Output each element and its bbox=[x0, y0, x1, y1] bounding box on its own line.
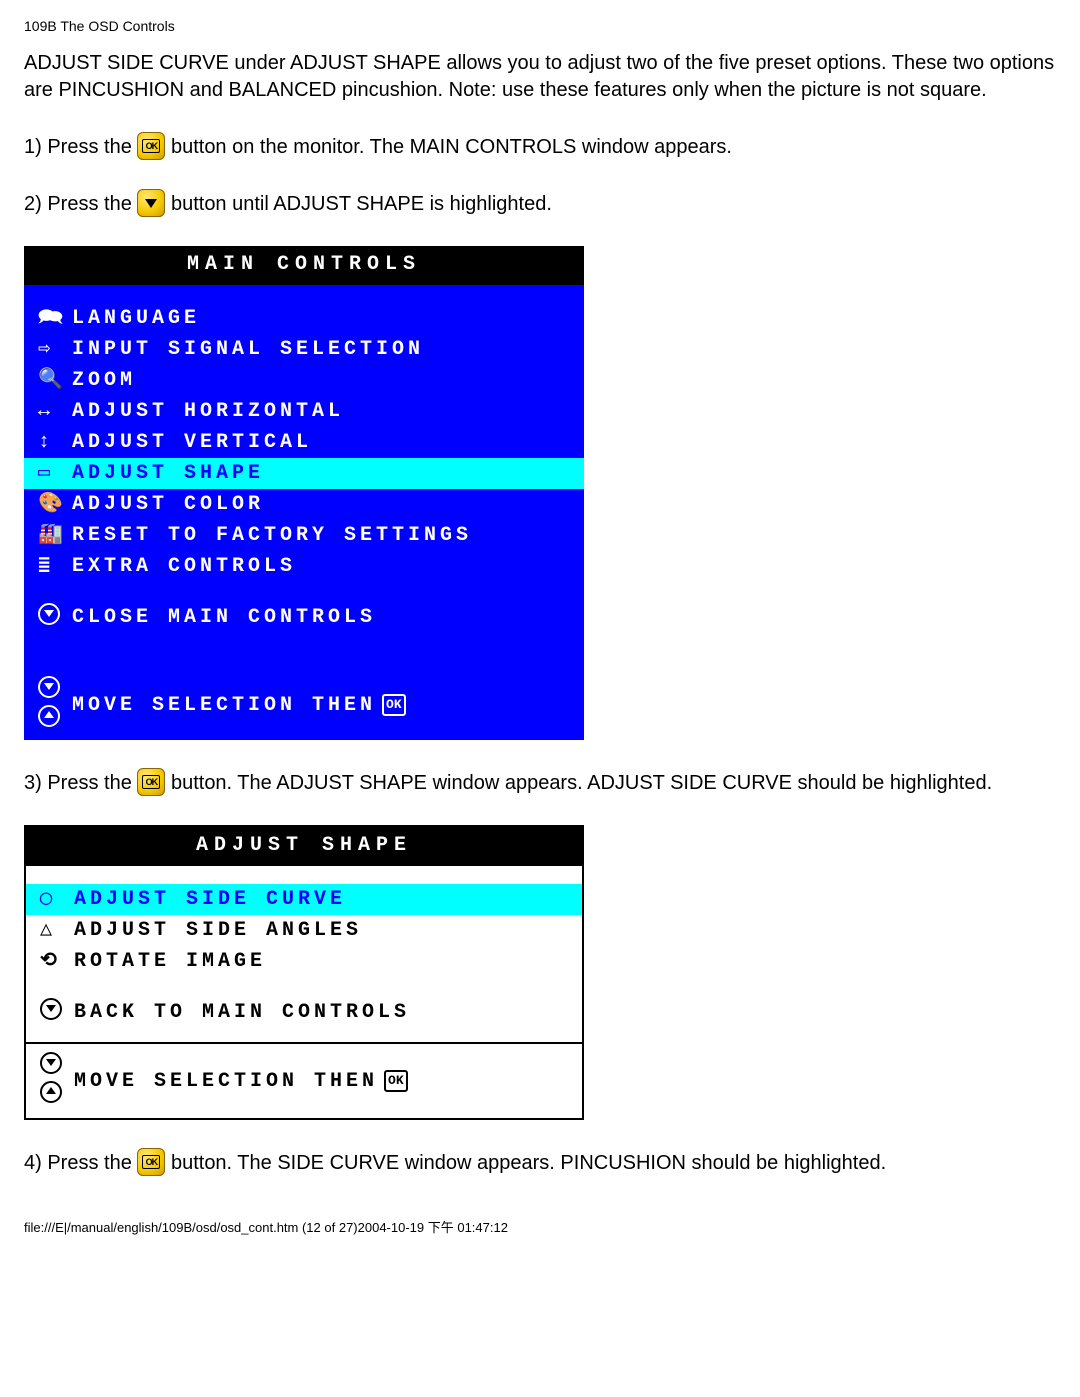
menu-item-label: ADJUST COLOR bbox=[72, 490, 264, 519]
page-footer: file:///E|/manual/english/109B/osd/osd_c… bbox=[24, 1217, 1056, 1236]
step-2: 2) Press the button until ADJUST SHAPE i… bbox=[24, 189, 1056, 218]
step-4-text-b: button. The SIDE CURVE window appears. P… bbox=[171, 1152, 886, 1174]
ok-button-icon bbox=[137, 768, 165, 796]
step-2-text-a: 2) Press the bbox=[24, 193, 137, 215]
osd-back-row[interactable]: BACK TO MAIN CONTROLS bbox=[26, 997, 582, 1028]
menu-item-icon: △ bbox=[40, 916, 74, 945]
osd-menu-item[interactable]: 🏭RESET TO FACTORY SETTINGS bbox=[24, 520, 584, 551]
osd-menu-item[interactable]: 🗪LANGUAGE bbox=[24, 303, 584, 334]
menu-item-label: ADJUST SHAPE bbox=[72, 459, 264, 488]
step-4: 4) Press the button. The SIDE CURVE wind… bbox=[24, 1148, 1056, 1177]
menu-item-label: ZOOM bbox=[72, 366, 136, 395]
osd-close-label: CLOSE MAIN CONTROLS bbox=[72, 603, 376, 632]
menu-item-label: INPUT SIGNAL SELECTION bbox=[72, 335, 424, 364]
step-1: 1) Press the button on the monitor. The … bbox=[24, 132, 1056, 161]
ok-indicator-icon: OK bbox=[382, 694, 406, 717]
osd-menu-item[interactable]: △ADJUST SIDE ANGLES bbox=[26, 915, 582, 946]
osd-close-row[interactable]: CLOSE MAIN CONTROLS bbox=[24, 602, 584, 633]
menu-item-icon: 🏭 bbox=[38, 521, 72, 550]
up-down-arrows-icon bbox=[38, 676, 72, 734]
osd-main-body: 🗪LANGUAGE⇨INPUT SIGNAL SELECTION🔍ZOOM↔AD… bbox=[24, 285, 584, 740]
osd-main-footer: MOVE SELECTION THEN OK bbox=[24, 667, 584, 740]
ok-button-icon bbox=[137, 1148, 165, 1176]
down-arrow-icon bbox=[40, 998, 74, 1027]
down-button-icon bbox=[137, 189, 165, 217]
menu-item-icon: ▭ bbox=[38, 459, 72, 488]
menu-item-label: ADJUST SIDE ANGLES bbox=[74, 916, 362, 945]
osd-menu-item[interactable]: 🎨ADJUST COLOR bbox=[24, 489, 584, 520]
menu-item-label: ROTATE IMAGE bbox=[74, 947, 266, 976]
menu-item-label: ADJUST HORIZONTAL bbox=[72, 397, 344, 426]
menu-item-label: EXTRA CONTROLS bbox=[72, 552, 296, 581]
step-1-text-a: 1) Press the bbox=[24, 136, 137, 158]
osd-back-label: BACK TO MAIN CONTROLS bbox=[74, 998, 410, 1027]
step-2-text-b: button until ADJUST SHAPE is highlighted… bbox=[171, 193, 552, 215]
osd-menu-item[interactable]: ◯ADJUST SIDE CURVE bbox=[26, 884, 582, 915]
osd-main-footer-label: MOVE SELECTION THEN bbox=[72, 691, 376, 720]
menu-item-label: ADJUST SIDE CURVE bbox=[74, 885, 346, 914]
osd-menu-item[interactable]: 🔍ZOOM bbox=[24, 365, 584, 396]
osd-menu-item[interactable]: ⇨INPUT SIGNAL SELECTION bbox=[24, 334, 584, 365]
osd-adjust-shape: ADJUST SHAPE ◯ADJUST SIDE CURVE△ADJUST S… bbox=[24, 825, 584, 1120]
osd-menu-item[interactable]: ↔ADJUST HORIZONTAL bbox=[24, 396, 584, 427]
osd-shape-title: ADJUST SHAPE bbox=[24, 825, 584, 866]
intro-paragraph: ADJUST SIDE CURVE under ADJUST SHAPE all… bbox=[24, 50, 1056, 104]
step-3: 3) Press the button. The ADJUST SHAPE wi… bbox=[24, 768, 1056, 797]
osd-main-title: MAIN CONTROLS bbox=[24, 246, 584, 285]
step-3-text-b: button. The ADJUST SHAPE window appears.… bbox=[171, 772, 992, 794]
osd-main-controls: MAIN CONTROLS 🗪LANGUAGE⇨INPUT SIGNAL SEL… bbox=[24, 246, 584, 740]
menu-item-icon: ≣ bbox=[38, 552, 72, 581]
osd-menu-item[interactable]: ↕ADJUST VERTICAL bbox=[24, 427, 584, 458]
step-3-text-a: 3) Press the bbox=[24, 772, 137, 794]
up-down-arrows-icon bbox=[40, 1052, 74, 1110]
menu-item-label: LANGUAGE bbox=[72, 304, 200, 333]
step-4-text-a: 4) Press the bbox=[24, 1152, 137, 1174]
ok-indicator-icon: OK bbox=[384, 1070, 408, 1093]
menu-item-icon: 🎨 bbox=[38, 490, 72, 519]
step-1-text-b: button on the monitor. The MAIN CONTROLS… bbox=[171, 136, 732, 158]
menu-item-label: RESET TO FACTORY SETTINGS bbox=[72, 521, 472, 550]
menu-item-icon: ↔ bbox=[38, 397, 72, 426]
menu-item-icon: 🗪 bbox=[38, 304, 72, 333]
osd-menu-item[interactable]: ⟲ROTATE IMAGE bbox=[26, 946, 582, 977]
osd-shape-body: ◯ADJUST SIDE CURVE△ADJUST SIDE ANGLES⟲RO… bbox=[24, 866, 584, 1120]
menu-item-icon: ↕ bbox=[38, 428, 72, 457]
menu-item-icon: ⇨ bbox=[38, 335, 72, 364]
osd-menu-item[interactable]: ≣EXTRA CONTROLS bbox=[24, 551, 584, 582]
page-header: 109B The OSD Controls bbox=[24, 18, 1056, 34]
menu-item-icon: 🔍 bbox=[38, 366, 72, 395]
menu-item-label: ADJUST VERTICAL bbox=[72, 428, 312, 457]
menu-item-icon: ⟲ bbox=[40, 947, 74, 976]
osd-shape-footer: MOVE SELECTION THEN OK bbox=[26, 1042, 582, 1118]
menu-item-icon: ◯ bbox=[40, 885, 74, 914]
down-arrow-icon bbox=[38, 603, 72, 632]
osd-shape-footer-label: MOVE SELECTION THEN bbox=[74, 1067, 378, 1096]
osd-menu-item[interactable]: ▭ADJUST SHAPE bbox=[24, 458, 584, 489]
ok-button-icon bbox=[137, 132, 165, 160]
